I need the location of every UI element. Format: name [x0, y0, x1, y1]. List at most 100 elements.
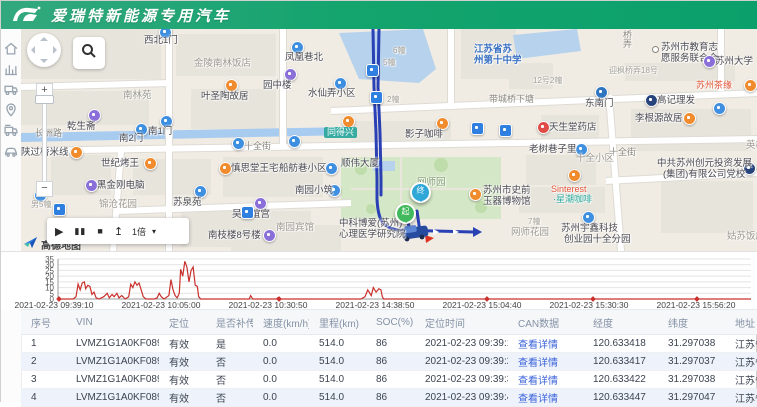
map-label: 西北1门	[144, 36, 178, 46]
orange-poi-icon[interactable]	[70, 146, 83, 159]
map-label: 苏州市史前	[483, 186, 531, 196]
pause-button[interactable]: ▮▮	[74, 226, 86, 237]
column-header: VIN	[66, 317, 159, 328]
table-cell: 3	[21, 374, 66, 385]
speed-dropdown-caret[interactable]: ▾	[152, 227, 156, 236]
can-data-link[interactable]: 查看详情	[508, 390, 583, 405]
table-cell: 120.633422	[583, 374, 658, 385]
column-header: 定位	[159, 315, 206, 330]
location-pin-icon	[4, 104, 18, 121]
svg-text:35: 35	[45, 255, 54, 264]
map-label: 天生堂药店	[549, 123, 597, 133]
table-cell: 1	[21, 338, 66, 349]
playback-speed[interactable]: 1倍	[132, 225, 146, 238]
orange-poi-icon[interactable]	[683, 112, 696, 125]
speed-chart: 051015202530352021-02-23 09:39:102021-02…	[1, 251, 757, 310]
map-label: 老树巷子里	[529, 145, 577, 155]
map-label: 园中楼	[263, 81, 292, 91]
orange-poi-icon[interactable]	[568, 169, 581, 182]
export-icon[interactable]: ↥	[114, 225, 123, 238]
route-start-marker[interactable]: 起	[395, 203, 416, 224]
sidebar-item-fleet[interactable]	[4, 123, 18, 137]
sidebar-item-home[interactable]	[4, 42, 18, 56]
bar-chart-icon	[4, 63, 18, 80]
table-cell: 江苏省苏	[725, 390, 757, 405]
map-label: 南园小筑	[295, 186, 333, 196]
zoom-out-button[interactable]: −	[36, 181, 53, 197]
table-cell: 2021-02-23 09:39:10	[415, 338, 508, 349]
bus-poi-icon[interactable]	[366, 64, 379, 77]
table-cell: 否	[206, 354, 253, 369]
can-data-link[interactable]: 查看详情	[508, 336, 583, 351]
map-label: 水仙弄小区	[308, 89, 356, 99]
column-header: 是否补传	[206, 315, 253, 330]
column-header: CAN数据	[508, 315, 583, 330]
map-label: 南林苑	[123, 91, 152, 101]
map-pan-control[interactable]	[27, 33, 61, 67]
table-cell: 是	[206, 336, 253, 351]
map-label: 叶圣陶故居	[201, 92, 249, 102]
map-label: 7幢	[528, 218, 540, 226]
zoom-slider-track[interactable]	[42, 91, 47, 189]
column-header: 纬度	[658, 315, 725, 330]
map-label: 州第十中学	[474, 56, 522, 66]
blue-poi-icon[interactable]	[713, 102, 726, 115]
table-cell: 0.0	[253, 338, 309, 349]
table-row[interactable]: 1LVMZ1G1A0KF089390有效是0.0514.0862021-02-2…	[21, 335, 757, 353]
map-label: 南枝楼8号楼	[208, 231, 261, 241]
map-label: 中科博爱(苏州)	[339, 219, 402, 229]
table-cell: LVMZ1G1A0KF089390	[66, 338, 159, 349]
table-row[interactable]: 2LVMZ1G1A0KF089390有效否0.0514.0862021-02-2…	[21, 353, 757, 371]
orange-poi-icon[interactable]	[469, 188, 482, 201]
table-cell: 514.0	[309, 356, 366, 367]
table-cell: 514.0	[309, 392, 366, 403]
can-data-link[interactable]: 查看详情	[508, 372, 583, 387]
map-label: 苏州茶缘	[696, 81, 732, 90]
map-label: 带城桥下塘	[489, 95, 534, 104]
bus-poi-icon[interactable]	[499, 124, 512, 137]
table-row[interactable]: 4LVMZ1G1A0KF089390有效否0.0514.0862021-02-2…	[21, 389, 757, 407]
blue-poi-icon[interactable]	[288, 135, 301, 148]
stop-button[interactable]: ■	[97, 226, 102, 236]
car-icon	[4, 145, 18, 162]
table-cell: 江苏省苏	[725, 372, 757, 387]
route-end-marker[interactable]: 终	[410, 182, 431, 203]
map-label: 玉器博物馆	[483, 197, 531, 207]
table-cell: 120.633417	[583, 356, 658, 367]
purple-poi-icon[interactable]	[263, 229, 276, 242]
map-label: ·星潮咖啡	[553, 195, 592, 204]
fleet-truck-icon	[4, 124, 18, 141]
map-label: 南园宾馆	[276, 223, 314, 233]
table-cell: 31.297038	[658, 374, 725, 385]
sidebar-item-car[interactable]	[4, 144, 18, 158]
map-label: 创业园十全分园	[564, 235, 631, 245]
map-label: 5幢	[383, 59, 395, 67]
sidebar-item-statistics[interactable]	[4, 62, 18, 76]
bus-poi-icon[interactable]	[471, 122, 484, 135]
bus-poi-icon[interactable]	[370, 91, 383, 104]
play-button[interactable]: ▶	[55, 225, 63, 238]
sidebar-item-vehicles[interactable]	[4, 82, 18, 96]
map-label: 南2门	[119, 134, 143, 144]
bus-poi-icon[interactable]	[241, 206, 254, 219]
map-label: Sinterest	[551, 185, 587, 194]
map-label: 12号2幢	[533, 77, 562, 85]
dot-poi-icon[interactable]	[652, 46, 659, 53]
orange-poi-icon[interactable]	[144, 157, 157, 170]
table-cell: 0.0	[253, 392, 309, 403]
map-label: 6幢	[393, 47, 405, 55]
bus-poi-icon[interactable]	[53, 203, 66, 216]
table-cell: LVMZ1G1A0KF089390	[66, 374, 159, 385]
vehicle-monitor-app: { "header": {"title": "爱瑞特新能源专用汽车"}, "si…	[0, 0, 757, 402]
map-label: 十全街	[244, 142, 271, 151]
zoom-slider-handle[interactable]	[35, 95, 54, 104]
table-cell: 0.0	[253, 356, 309, 367]
can-data-link[interactable]: 查看详情	[508, 354, 583, 369]
map-view[interactable]: 西北1门金陵南林饭店凤凰巷北叶圣陶故居园中楼水仙弄小区南林苑南1门南2门乾生斋长…	[21, 29, 757, 251]
table-cell: 0.0	[253, 374, 309, 385]
map-search-button[interactable]	[73, 37, 105, 69]
orange-poi-icon[interactable]	[744, 79, 757, 92]
sidebar-item-tracking[interactable]	[4, 103, 18, 117]
table-header-row: 序号VIN定位是否补传速度(km/h)里程(km)SOC(%)定位时间CAN数据…	[21, 310, 757, 335]
table-row[interactable]: 3LVMZ1G1A0KF089390有效否0.0514.0862021-02-2…	[21, 371, 757, 389]
